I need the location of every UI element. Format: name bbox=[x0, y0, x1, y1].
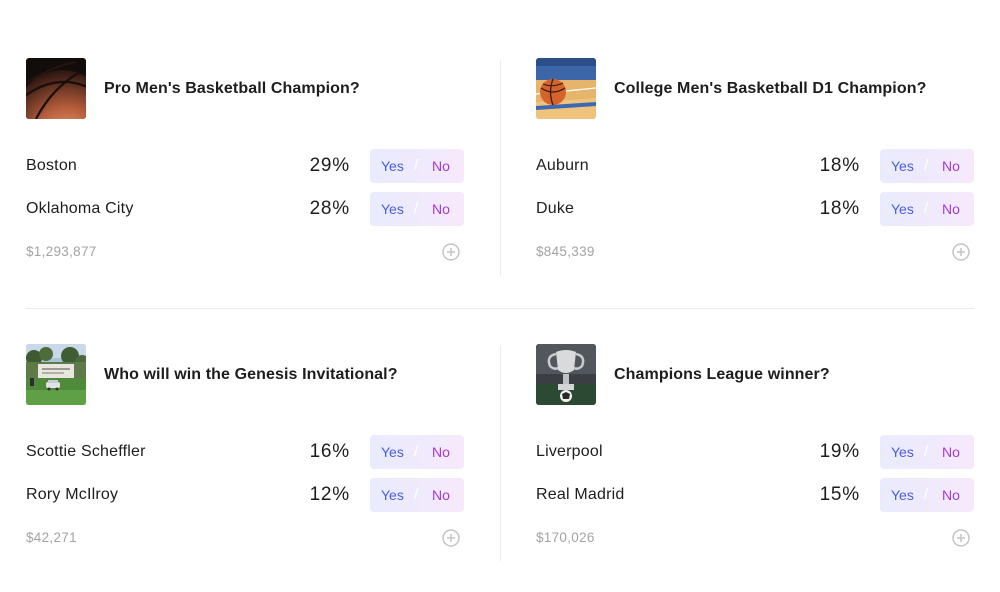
yes-button[interactable]: Yes bbox=[381, 201, 404, 217]
outcome-percent: 18% bbox=[819, 155, 860, 176]
market-card: College Men's Basketball D1 Champion? Au… bbox=[536, 58, 974, 273]
plus-circle-icon[interactable] bbox=[442, 243, 460, 261]
market-header[interactable]: Champions League winner? bbox=[536, 344, 830, 405]
market-card: Champions League winner? Liverpool 19% Y… bbox=[536, 344, 974, 559]
separator: / bbox=[414, 157, 419, 174]
market-title[interactable]: Who will win the Genesis Invitational? bbox=[104, 366, 398, 384]
row-divider bbox=[26, 308, 974, 309]
separator: / bbox=[414, 486, 419, 503]
yes-no-toggle: Yes / No bbox=[880, 478, 974, 512]
market-volume: $42,271 bbox=[26, 530, 77, 545]
market-volume: $845,339 bbox=[536, 244, 595, 259]
market-header[interactable]: College Men's Basketball D1 Champion? bbox=[536, 58, 926, 119]
basketball-on-court-image[interactable] bbox=[536, 58, 596, 119]
trophy-image[interactable] bbox=[536, 344, 596, 405]
outcome-row: Oklahoma City 28% Yes / No bbox=[26, 192, 464, 226]
separator: / bbox=[414, 200, 419, 217]
outcome-name: Scottie Scheffler bbox=[26, 443, 146, 460]
no-button[interactable]: No bbox=[942, 444, 960, 460]
column-divider bbox=[500, 60, 501, 276]
market-header[interactable]: Who will win the Genesis Invitational? bbox=[26, 344, 398, 405]
outcome-percent: 15% bbox=[819, 484, 860, 505]
column-divider bbox=[500, 345, 501, 561]
yes-button[interactable]: Yes bbox=[891, 201, 914, 217]
separator: / bbox=[414, 443, 419, 460]
outcome-row: Duke 18% Yes / No bbox=[536, 192, 974, 226]
market-card: Who will win the Genesis Invitational? S… bbox=[26, 344, 464, 559]
plus-circle-icon[interactable] bbox=[952, 243, 970, 261]
market-volume: $1,293,877 bbox=[26, 244, 97, 259]
yes-button[interactable]: Yes bbox=[891, 487, 914, 503]
yes-no-toggle: Yes / No bbox=[880, 149, 974, 183]
yes-no-toggle: Yes / No bbox=[370, 192, 464, 226]
outcome-name: Duke bbox=[536, 200, 575, 217]
basketball-closeup-image[interactable] bbox=[26, 58, 86, 119]
outcome-name: Real Madrid bbox=[536, 486, 625, 503]
separator: / bbox=[924, 157, 929, 174]
separator: / bbox=[924, 200, 929, 217]
outcome-percent: 12% bbox=[309, 484, 350, 505]
golf-course-image[interactable] bbox=[26, 344, 86, 405]
outcome-percent: 19% bbox=[819, 441, 860, 462]
outcome-row: Rory McIlroy 12% Yes / No bbox=[26, 478, 464, 512]
yes-no-toggle: Yes / No bbox=[880, 435, 974, 469]
no-button[interactable]: No bbox=[432, 487, 450, 503]
market-card: Pro Men's Basketball Champion? Boston 29… bbox=[26, 58, 464, 273]
market-title[interactable]: Pro Men's Basketball Champion? bbox=[104, 80, 360, 98]
plus-circle-icon[interactable] bbox=[442, 529, 460, 547]
outcome-percent: 28% bbox=[309, 198, 350, 219]
yes-no-toggle: Yes / No bbox=[880, 192, 974, 226]
outcome-row: Auburn 18% Yes / No bbox=[536, 149, 974, 183]
no-button[interactable]: No bbox=[432, 444, 450, 460]
yes-button[interactable]: Yes bbox=[891, 444, 914, 460]
outcome-percent: 18% bbox=[819, 198, 860, 219]
market-title[interactable]: College Men's Basketball D1 Champion? bbox=[614, 80, 926, 98]
no-button[interactable]: No bbox=[942, 487, 960, 503]
outcome-row: Scottie Scheffler 16% Yes / No bbox=[26, 435, 464, 469]
outcome-name: Rory McIlroy bbox=[26, 486, 119, 503]
outcome-row: Real Madrid 15% Yes / No bbox=[536, 478, 974, 512]
yes-button[interactable]: Yes bbox=[381, 158, 404, 174]
market-header[interactable]: Pro Men's Basketball Champion? bbox=[26, 58, 360, 119]
plus-circle-icon[interactable] bbox=[952, 529, 970, 547]
outcome-name: Auburn bbox=[536, 157, 589, 174]
market-volume: $170,026 bbox=[536, 530, 595, 545]
yes-button[interactable]: Yes bbox=[381, 487, 404, 503]
no-button[interactable]: No bbox=[942, 201, 960, 217]
outcome-name: Liverpool bbox=[536, 443, 603, 460]
no-button[interactable]: No bbox=[432, 201, 450, 217]
market-title[interactable]: Champions League winner? bbox=[614, 366, 830, 384]
no-button[interactable]: No bbox=[942, 158, 960, 174]
separator: / bbox=[924, 443, 929, 460]
outcome-percent: 16% bbox=[309, 441, 350, 462]
no-button[interactable]: No bbox=[432, 158, 450, 174]
yes-button[interactable]: Yes bbox=[381, 444, 404, 460]
markets-grid: Pro Men's Basketball Champion? Boston 29… bbox=[26, 58, 974, 563]
outcome-name: Boston bbox=[26, 157, 78, 174]
yes-no-toggle: Yes / No bbox=[370, 435, 464, 469]
yes-no-toggle: Yes / No bbox=[370, 149, 464, 183]
outcome-row: Boston 29% Yes / No bbox=[26, 149, 464, 183]
separator: / bbox=[924, 486, 929, 503]
yes-button[interactable]: Yes bbox=[891, 158, 914, 174]
outcome-row: Liverpool 19% Yes / No bbox=[536, 435, 974, 469]
yes-no-toggle: Yes / No bbox=[370, 478, 464, 512]
outcome-name: Oklahoma City bbox=[26, 200, 134, 217]
outcome-percent: 29% bbox=[309, 155, 350, 176]
